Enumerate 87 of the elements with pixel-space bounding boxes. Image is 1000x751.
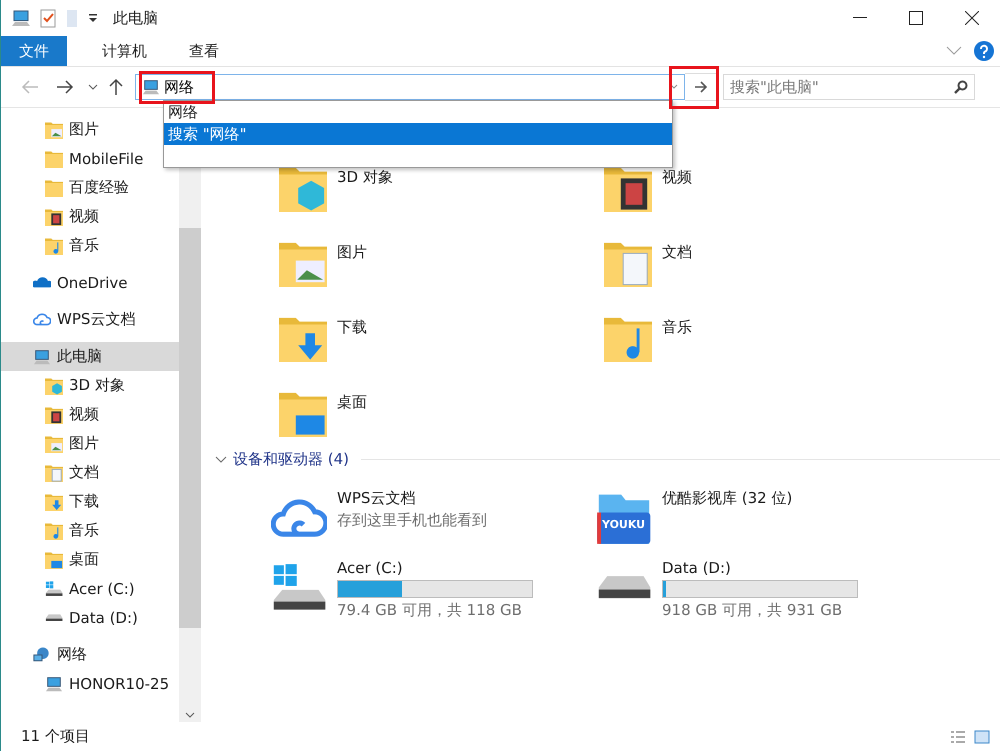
cloud-icon	[33, 312, 51, 327]
window-title: 此电脑	[113, 8, 158, 28]
address-field[interactable]: 网络	[164, 78, 204, 96]
address-bar[interactable]: 网络	[135, 74, 685, 100]
ribbon-tab[interactable]: 计算机	[85, 36, 164, 66]
sidebar-item[interactable]: WPS云文档	[1, 305, 142, 334]
search-icon	[954, 80, 968, 94]
device-name[interactable]: Data (D:)	[662, 559, 858, 577]
back-arrow-icon	[21, 80, 39, 94]
computer-icon	[142, 78, 160, 96]
ribbon-tab[interactable]: 查看	[172, 36, 236, 66]
folder-name[interactable]: 视频	[662, 168, 692, 187]
computer-icon	[33, 348, 51, 366]
device-name[interactable]: 优酷影视库 (32 位)	[662, 489, 792, 508]
folder-name[interactable]: 3D 对象	[337, 168, 393, 187]
cloud-icon	[33, 277, 51, 288]
document-folder-icon	[45, 464, 63, 482]
download-folder-icon	[45, 492, 63, 510]
maximize-icon	[909, 11, 923, 25]
tiles-view-icon[interactable]	[974, 730, 990, 744]
close-icon	[965, 11, 979, 25]
folder-name[interactable]: 图片	[337, 243, 367, 262]
music-folder-icon	[45, 236, 63, 254]
up-arrow-icon	[108, 78, 124, 96]
sidebar-item[interactable]: 视频	[1, 400, 105, 429]
sidebar-item[interactable]: 百度经验	[1, 173, 135, 202]
drive-icon	[596, 575, 652, 599]
video-folder-icon	[45, 406, 63, 424]
sidebar-item[interactable]: 图片	[1, 115, 105, 144]
computer-icon	[45, 674, 63, 692]
item-count: 11 个项目	[21, 727, 90, 746]
drive-icon	[45, 614, 63, 622]
forward-arrow-icon	[56, 80, 74, 94]
computer-icon	[11, 8, 31, 28]
sidebar-item[interactable]: 图片	[1, 429, 105, 458]
suggestion-item[interactable]: 网络	[164, 101, 672, 123]
sidebar-item[interactable]: 文档	[1, 458, 105, 487]
desktop-folder-icon	[45, 550, 63, 568]
chevron-icon[interactable]	[215, 454, 227, 464]
sidebar-item[interactable]: 音乐	[1, 516, 105, 545]
search-box[interactable]: 搜索"此电脑"	[723, 74, 975, 100]
music-folder-icon	[45, 522, 63, 540]
folder-icon	[45, 150, 63, 168]
storage-reading: 918 GB 可用，共 931 GB	[662, 601, 844, 620]
cube-folder-icon	[45, 376, 63, 394]
minimize-icon	[853, 17, 867, 19]
device-subtitle: 存到这里手机也能看到	[337, 511, 487, 530]
sidebar-item[interactable]: Acer (C:)	[1, 574, 141, 603]
folder-name[interactable]: 桌面	[337, 393, 367, 412]
storage-reading: 79.4 GB 可用，共 118 GB	[337, 601, 523, 620]
picture-folder-icon	[45, 120, 63, 138]
sidebar-item[interactable]: 桌面	[1, 545, 105, 574]
video-folder-icon	[45, 208, 63, 226]
drive-icon	[45, 580, 63, 596]
drive-icon	[271, 562, 327, 612]
sidebar-item[interactable]: 视频	[1, 202, 105, 231]
picture-folder-icon	[45, 434, 63, 452]
folder-name[interactable]: 音乐	[662, 318, 692, 337]
section-title[interactable]: 设备和驱动器 (4)	[233, 450, 350, 469]
arrow-right-icon	[694, 81, 708, 93]
ribbon-tab[interactable]: 文件	[1, 36, 67, 66]
folder-icon	[45, 178, 63, 196]
highlight-box	[669, 66, 719, 109]
logo-text: YOUKU	[602, 518, 646, 531]
sidebar-item[interactable]: 下载	[1, 487, 105, 516]
chevron-down-icon[interactable]	[946, 46, 962, 56]
help-icon[interactable]	[974, 41, 994, 61]
sidebar-item[interactable]: MobileFile	[1, 144, 150, 173]
sidebar-item[interactable]: 此电脑	[1, 342, 179, 371]
sidebar-item[interactable]: 音乐	[1, 231, 105, 260]
sidebar-item[interactable]: 3D 对象	[1, 371, 131, 400]
caret-icon	[88, 84, 98, 90]
sidebar-item[interactable]: Data (D:)	[1, 603, 144, 632]
sidebar-item[interactable]: 网络	[1, 640, 93, 669]
folder-name[interactable]: 文档	[662, 243, 692, 262]
details-view-icon[interactable]	[950, 730, 966, 744]
sidebar-item[interactable]: OneDrive	[1, 268, 134, 297]
folder-name[interactable]: 下载	[337, 318, 367, 337]
dropdown-icon[interactable]	[87, 12, 99, 24]
network-icon	[33, 646, 51, 664]
device-name[interactable]: WPS云文档	[337, 489, 487, 508]
properties-icon[interactable]	[39, 8, 57, 28]
sidebar-item[interactable]: HONOR10-25	[1, 669, 176, 698]
suggestion-item[interactable]: 搜索 "网络"	[164, 123, 672, 145]
device-name[interactable]: Acer (C:)	[337, 559, 533, 577]
scroll-down-icon[interactable]	[185, 712, 195, 718]
go-button[interactable]	[685, 73, 717, 101]
